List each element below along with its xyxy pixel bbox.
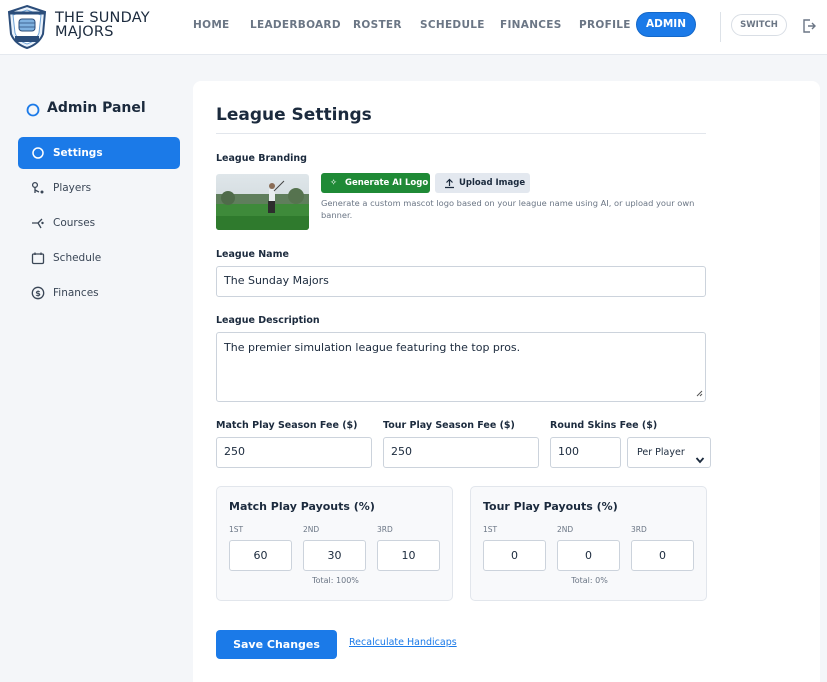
league-name-input[interactable]: The Sunday Majors: [216, 266, 706, 297]
sidebar-item-courses[interactable]: Courses: [18, 207, 180, 239]
league-banner-image: [216, 174, 309, 230]
match-play-payouts-panel: Match Play Payouts (%) 1ST 2ND 3RD 60 30…: [216, 486, 453, 601]
branding-label: League Branding: [216, 153, 307, 164]
match-payout-total: Total: 100%: [312, 576, 359, 585]
tour-payouts-title: Tour Play Payouts (%): [483, 500, 618, 513]
shield-logo-icon: [7, 4, 47, 50]
golf-swing-icon: [31, 216, 45, 230]
nav-home[interactable]: HOME: [193, 0, 230, 50]
top-header: THE SUNDAY MAJORS HOME LEADERBOARD ROSTE…: [0, 0, 827, 55]
circle-icon: [31, 146, 45, 160]
upload-image-label: Upload Image: [459, 178, 526, 188]
sidebar-item-label: Players: [53, 182, 92, 194]
place-label-2nd: 2ND: [303, 525, 320, 534]
sidebar-item-label: Settings: [53, 147, 103, 159]
branding-hint: Generate a custom mascot logo based on y…: [321, 198, 695, 220]
nav-profile[interactable]: PROFILE: [579, 0, 631, 50]
place-label-1st: 1ST: [483, 525, 498, 534]
match-payouts-title: Match Play Payouts (%): [229, 500, 375, 513]
tour-payout-total: Total: 0%: [571, 576, 608, 585]
tour-fee-input[interactable]: 250: [383, 437, 539, 468]
sidebar-item-settings[interactable]: Settings: [18, 137, 180, 169]
nav-finances[interactable]: FINANCES: [500, 0, 562, 50]
place-label-3rd: 3RD: [377, 525, 393, 534]
upload-image-button[interactable]: Upload Image: [435, 173, 530, 193]
place-label-2nd: 2ND: [557, 525, 574, 534]
sidebar-title: Admin Panel: [26, 100, 146, 117]
nav-schedule[interactable]: SCHEDULE: [420, 0, 485, 50]
players-icon: [31, 181, 45, 195]
match-fee-label: Match Play Season Fee ($): [216, 420, 358, 431]
generate-ai-logo-label: Generate AI Logo: [345, 178, 429, 188]
brand-line-1: THE SUNDAY: [55, 10, 150, 26]
sidebar-title-text: Admin Panel: [47, 100, 146, 116]
sidebar-item-label: Finances: [53, 287, 99, 299]
tour-fee-label: Tour Play Season Fee ($): [383, 420, 515, 431]
place-label-1st: 1ST: [229, 525, 244, 534]
tour-payout-3rd-input[interactable]: 0: [631, 540, 694, 571]
calendar-icon: [31, 251, 45, 265]
tour-play-payouts-panel: Tour Play Payouts (%) 1ST 2ND 3RD 0 0 0 …: [470, 486, 707, 601]
svg-text:$: $: [35, 289, 41, 298]
place-label-3rd: 3RD: [631, 525, 647, 534]
skins-fee-mode-value: Per Player: [637, 447, 685, 458]
skins-fee-mode-select[interactable]: Per Player: [627, 437, 711, 468]
circle-icon: [26, 103, 40, 121]
resize-handle-icon[interactable]: [695, 387, 703, 400]
generate-ai-logo-button[interactable]: ✧ Generate AI Logo: [321, 173, 430, 193]
header-divider: [720, 12, 721, 42]
skins-fee-input[interactable]: 100: [550, 437, 621, 468]
nav-leaderboard[interactable]: LEADERBOARD: [250, 0, 341, 50]
recalculate-handicaps-link[interactable]: Recalculate Handicaps: [349, 637, 457, 648]
sidebar-item-schedule[interactable]: Schedule: [18, 242, 180, 274]
sparkle-icon: ✧: [330, 178, 338, 188]
nav-roster[interactable]: ROSTER: [353, 0, 402, 50]
league-logo[interactable]: [6, 4, 48, 50]
sidebar-item-players[interactable]: Players: [18, 172, 180, 204]
tour-payout-1st-input[interactable]: 0: [483, 540, 546, 571]
sidebar-item-label: Schedule: [53, 252, 102, 264]
save-changes-button[interactable]: Save Changes: [216, 630, 337, 659]
match-payout-3rd-input[interactable]: 10: [377, 540, 440, 571]
league-name-label: League Name: [216, 249, 289, 260]
league-description-label: League Description: [216, 315, 320, 326]
dollar-icon: $: [31, 286, 45, 300]
switch-button[interactable]: SWITCH: [731, 14, 787, 36]
title-divider: [216, 133, 706, 134]
match-fee-input[interactable]: 250: [216, 437, 372, 468]
skins-fee-label: Round Skins Fee ($): [550, 420, 658, 431]
league-description-text: The premier simulation league featuring …: [224, 341, 521, 354]
brand-line-2: MAJORS: [55, 24, 114, 40]
page-title: League Settings: [216, 105, 372, 125]
tour-payout-2nd-input[interactable]: 0: [557, 540, 620, 571]
nav-admin[interactable]: ADMIN: [636, 12, 696, 37]
logout-icon[interactable]: [800, 17, 818, 35]
settings-card: League Settings League Branding ✧ Genera…: [193, 81, 820, 682]
brand-name: THE SUNDAY MAJORS: [55, 10, 150, 40]
match-payout-1st-input[interactable]: 60: [229, 540, 292, 571]
league-description-input[interactable]: The premier simulation league featuring …: [216, 332, 706, 402]
match-payout-2nd-input[interactable]: 30: [303, 540, 366, 571]
admin-sidebar: Admin Panel Settings Players Courses Sch…: [10, 84, 192, 682]
upload-icon: [444, 177, 455, 197]
chevron-down-icon: [695, 448, 705, 478]
sidebar-item-finances[interactable]: $ Finances: [18, 277, 180, 309]
sidebar-item-label: Courses: [53, 217, 96, 229]
